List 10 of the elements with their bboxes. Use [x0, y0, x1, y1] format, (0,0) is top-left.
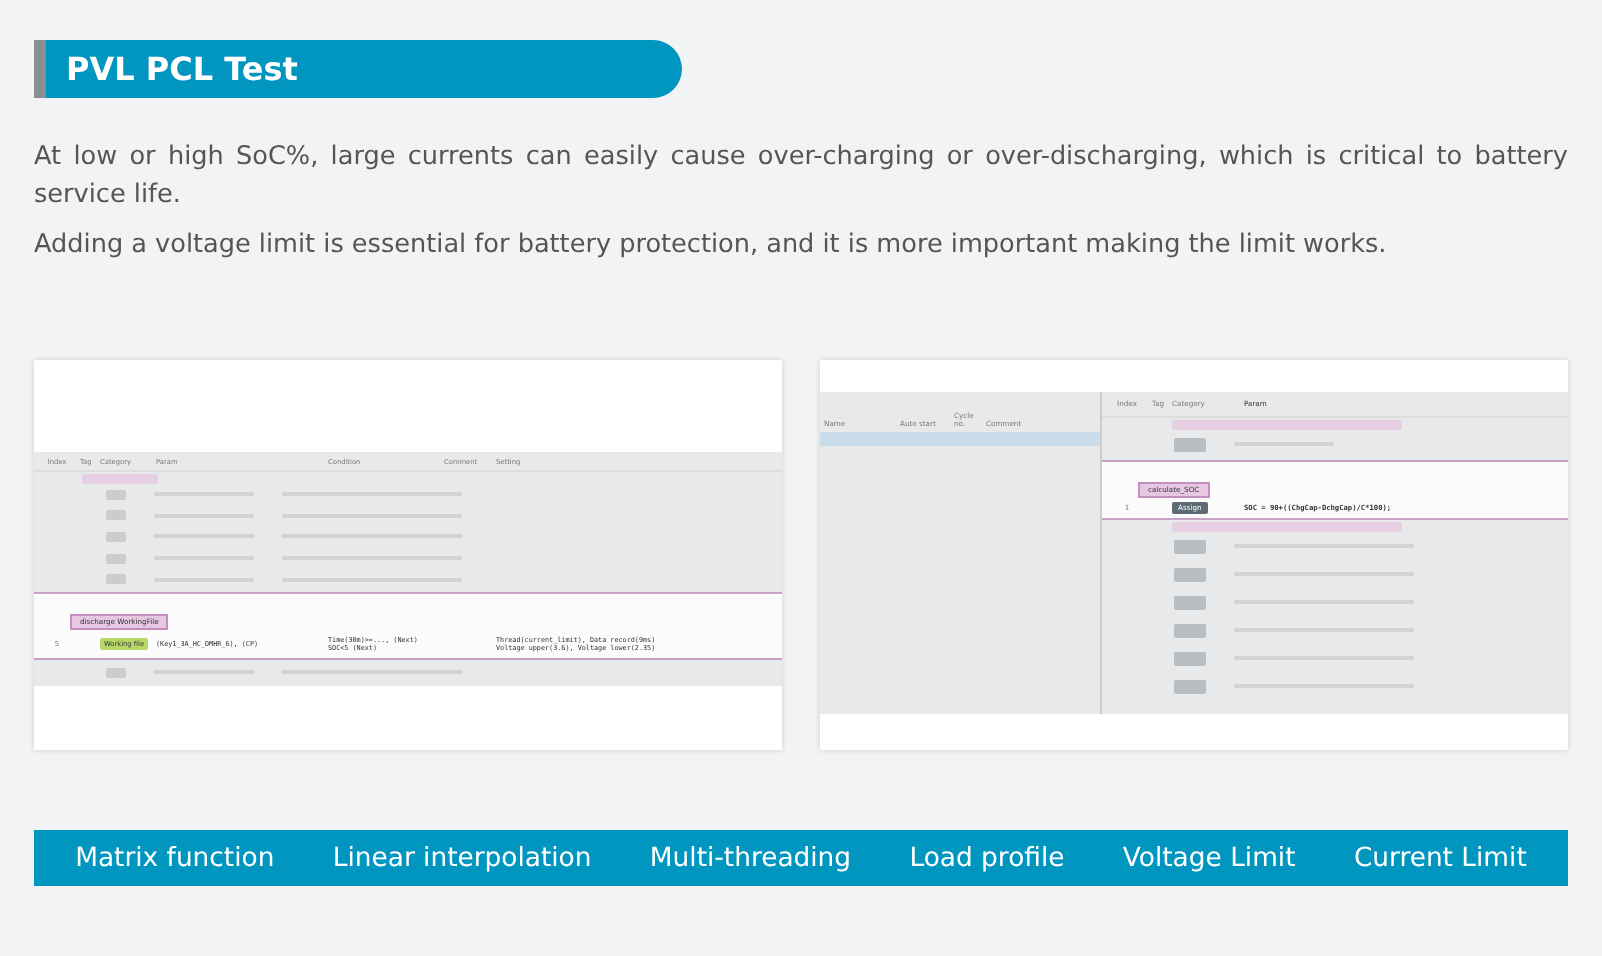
- feature-label: Voltage Limit: [1122, 843, 1296, 873]
- section-title: PVL PCL Test: [34, 40, 682, 98]
- feature-label: Load profile: [909, 843, 1065, 873]
- feature-label: Linear interpolation: [332, 843, 592, 873]
- feature-label: Current Limit: [1353, 843, 1527, 873]
- feature-label: Matrix function: [75, 843, 275, 873]
- paragraph: Adding a voltage limit is essential for battery protection, and it is more important making the limit works.: [34, 228, 1389, 264]
- faded-label-drawing: [82, 474, 158, 484]
- paragraph: At low or high SoC%, large currents can easily cause over-charging or over-discharging, which is critical to battery service life.: [34, 140, 1568, 214]
- feature-label: Multi-threading: [649, 843, 852, 873]
